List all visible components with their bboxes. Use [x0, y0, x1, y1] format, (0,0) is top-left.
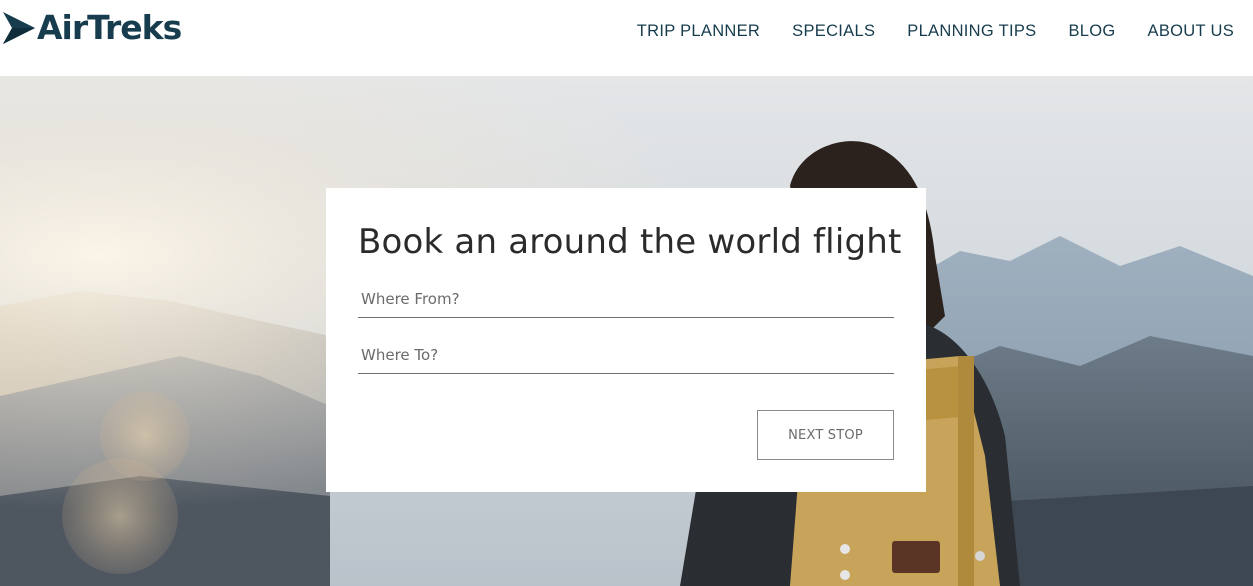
hero-section: Book an around the world flight NEXT STO…	[0, 76, 1253, 586]
airtreks-logo-icon	[3, 12, 35, 44]
booking-title: Book an around the world flight	[358, 222, 902, 262]
nav-trip-planner[interactable]: TRIP PLANNER	[637, 19, 760, 43]
nav-about-us[interactable]: ABOUT US	[1148, 19, 1234, 43]
where-from-input[interactable]	[358, 280, 894, 318]
where-to-input[interactable]	[358, 336, 894, 374]
next-stop-button[interactable]: NEXT STOP	[757, 410, 894, 460]
main-nav: TRIP PLANNER SPECIALS PLANNING TIPS BLOG…	[605, 19, 1234, 43]
airtreks-logo[interactable]: AirTreks	[2, 8, 182, 48]
site-header: AirTreks TRIP PLANNER SPECIALS PLANNING …	[0, 0, 1253, 76]
nav-planning-tips[interactable]: PLANNING TIPS	[907, 19, 1036, 43]
nav-blog[interactable]: BLOG	[1068, 19, 1115, 43]
booking-card: Book an around the world flight NEXT STO…	[326, 188, 926, 492]
nav-specials[interactable]: SPECIALS	[792, 19, 875, 43]
logo-wordmark: AirTreks	[37, 8, 182, 47]
